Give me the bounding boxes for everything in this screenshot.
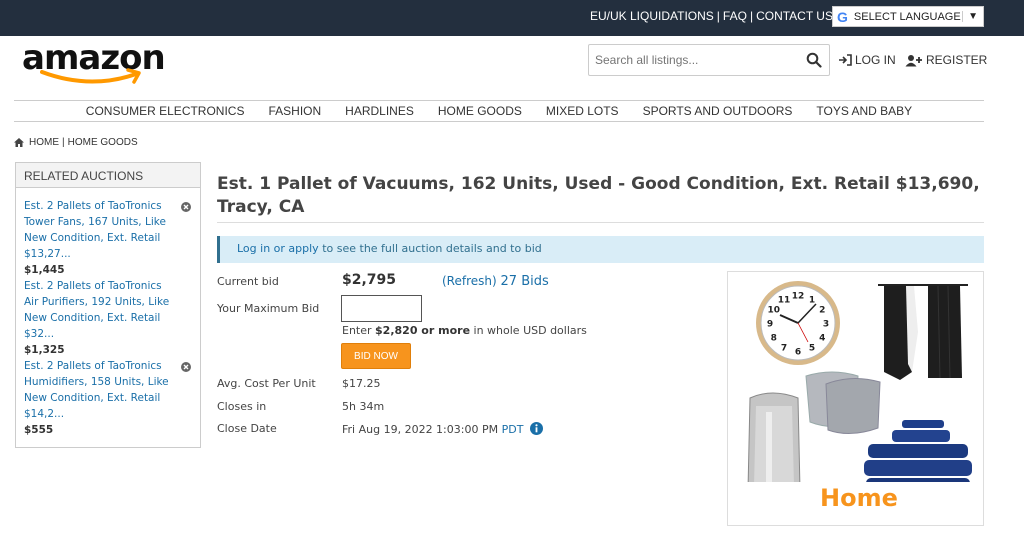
close-date-value: Fri Aug 19, 2022 1:03:00 PM PDT — [342, 422, 543, 436]
nav-mixed-lots[interactable]: MIXED LOTS — [546, 104, 619, 118]
login-link[interactable]: LOG IN — [838, 53, 896, 67]
top-bar: EU/UK LIQUIDATIONS | FAQ | CONTACT US G SELE… — [0, 0, 1024, 36]
avg-cost-label: Avg. Cost Per Unit — [217, 377, 316, 390]
refresh-link[interactable]: (Refresh) 27 Bids — [442, 274, 549, 289]
pillows-icon — [805, 371, 881, 434]
search-input[interactable] — [589, 45, 789, 75]
towels-icon — [864, 420, 972, 492]
clock-numeral: 1 — [809, 295, 815, 305]
separator: | — [716, 9, 720, 23]
nav-sports-and-outdoors[interactable]: SPORTS AND OUTDOORS — [643, 104, 793, 118]
related-auction-price: $1,445 — [24, 264, 65, 276]
contact-us-link[interactable]: CONTACT US — [756, 9, 833, 23]
bid-now-button[interactable]: BID NOW — [341, 343, 411, 369]
related-auction-price: $555 — [24, 424, 54, 436]
separator: | — [62, 137, 65, 148]
search-box — [588, 44, 830, 76]
home-goods-illustration: 12 12 3 45678 9 1011 — [747, 281, 972, 492]
register-link[interactable]: REGISTER — [905, 53, 987, 67]
nav-toys-and-baby[interactable]: TOYS AND BABY — [816, 104, 912, 118]
breadcrumb-home[interactable]: HOME — [29, 137, 59, 148]
bid-instructions: Enter $2,820 or more in whole USD dollar… — [342, 324, 587, 337]
bid-count[interactable]: 27 Bids — [501, 274, 549, 289]
related-auction-item[interactable]: Est. 2 Pallets of TaoTronics Air Purifie… — [16, 278, 200, 358]
current-bid-label: Current bid — [217, 275, 279, 288]
clock-numeral: 4 — [819, 334, 825, 344]
closes-in-label: Closes in — [217, 400, 267, 413]
wall-clock-icon: 12 12 3 45678 9 1011 — [756, 281, 840, 365]
nav-fashion[interactable]: FASHION — [268, 104, 321, 118]
clock-numeral: 9 — [767, 320, 773, 330]
nav-home-goods[interactable]: HOME GOODS — [438, 104, 522, 118]
eu-uk-liquidations-link[interactable]: EU/UK LIQUIDATIONS — [590, 9, 714, 23]
logo-smile-icon — [40, 68, 141, 84]
sign-in-icon — [839, 54, 852, 66]
clock-numeral: 3 — [823, 320, 829, 330]
search-icon[interactable] — [806, 52, 822, 68]
related-auction-item[interactable]: Est. 2 Pallets of TaoTronics Tower Fans,… — [16, 198, 200, 278]
divider — [217, 222, 984, 223]
related-auctions-heading: RELATED AUCTIONS — [16, 163, 200, 188]
nav-consumer-electronics[interactable]: CONSUMER ELECTRONICS — [86, 104, 245, 118]
trash-can-icon — [747, 392, 801, 491]
close-date-text: Fri Aug 19, 2022 1:03:00 PM — [342, 423, 499, 436]
clock-numeral: 10 — [768, 306, 781, 316]
minimum-bid-amount: $2,820 or more — [375, 324, 471, 337]
top-links: EU/UK LIQUIDATIONS | FAQ | CONTACT US — [590, 9, 833, 23]
nav-hardlines[interactable]: HARDLINES — [345, 104, 414, 118]
related-auction-title[interactable]: Est. 2 Pallets of TaoTronics Tower Fans,… — [24, 198, 174, 262]
clock-numeral: 12 — [792, 292, 805, 302]
login-notice: Log in or apply to see the full auction … — [217, 236, 984, 263]
category-nav: CONSUMER ELECTRONICS FASHION HARDLINES H… — [14, 100, 984, 122]
separator: | — [749, 9, 754, 23]
breadcrumb: HOME | HOME GOODS — [14, 137, 138, 148]
info-icon[interactable] — [529, 422, 543, 435]
remove-icon[interactable] — [181, 202, 191, 212]
current-bid-value: $2,795 — [342, 272, 397, 288]
language-select-label: SELECT LANGUAGE — [853, 10, 961, 23]
related-auction-title[interactable]: Est. 2 Pallets of TaoTronics Air Purifie… — [24, 278, 174, 342]
notice-text: to see the full auction details and to b… — [322, 242, 542, 255]
login-apply-link[interactable]: Log in or apply — [237, 242, 319, 255]
auction-title: Est. 1 Pallet of Vacuums, 162 Units, Use… — [217, 174, 980, 217]
refresh-label[interactable]: (Refresh) — [442, 274, 497, 288]
clock-numeral: 7 — [781, 344, 787, 354]
language-select[interactable]: G SELECT LANGUAGE ▼ — [832, 6, 984, 27]
home-icon — [14, 138, 24, 147]
dropdown-arrow-icon: ▼ — [962, 11, 983, 22]
timezone-label: PDT — [501, 423, 524, 436]
clock-numeral: 2 — [819, 306, 825, 316]
faq-link[interactable]: FAQ — [723, 9, 747, 23]
avg-cost-value: $17.25 — [342, 377, 381, 390]
add-user-icon — [905, 54, 922, 66]
closes-in-value: 5h 34m — [342, 400, 385, 413]
related-auctions-panel: RELATED AUCTIONS Est. 2 Pallets of TaoTr… — [15, 162, 201, 448]
close-date-label: Close Date — [217, 422, 277, 435]
amazon-logo[interactable]: amazon — [22, 36, 172, 92]
related-auction-price: $1,325 — [24, 344, 65, 356]
max-bid-input[interactable] — [341, 295, 422, 322]
max-bid-label: Your Maximum Bid — [217, 302, 320, 315]
breadcrumb-current[interactable]: HOME GOODS — [68, 137, 138, 148]
curtains-icon — [878, 284, 968, 380]
login-label: LOG IN — [855, 53, 896, 67]
clock-numeral: 8 — [771, 334, 777, 344]
related-auction-item[interactable]: Est. 2 Pallets of TaoTronics Humidifiers… — [16, 358, 200, 438]
register-label: REGISTER — [926, 53, 988, 67]
related-auction-title[interactable]: Est. 2 Pallets of TaoTronics Humidifiers… — [24, 358, 174, 422]
enter-prefix: Enter — [342, 324, 372, 337]
clock-numeral: 5 — [809, 344, 815, 354]
clock-numeral: 6 — [795, 348, 801, 358]
product-image[interactable]: 12 1 2 3 4 5 6 7 8 9 10 11 Home — [727, 271, 984, 526]
photo-caption: Home — [820, 484, 898, 512]
enter-suffix: in whole USD dollars — [473, 324, 587, 337]
clock-numeral: 11 — [778, 295, 791, 305]
remove-icon[interactable] — [181, 362, 191, 372]
google-icon: G — [837, 8, 848, 25]
